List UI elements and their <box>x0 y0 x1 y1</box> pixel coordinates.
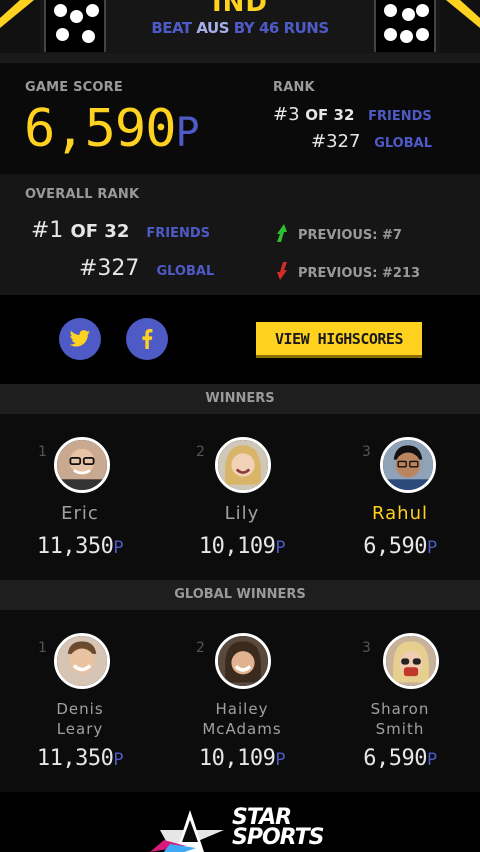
arrow-up-icon <box>277 224 287 242</box>
view-highscores-button[interactable]: VIEW HIGHSCORES <box>256 322 422 355</box>
winner-score-value: 6,590 <box>363 534 427 559</box>
winner-name: Denis Leary <box>0 699 160 739</box>
twitter-share-button[interactable] <box>59 318 101 360</box>
winner-score-value: 10,109 <box>198 746 276 771</box>
winner-name: Sharon Smith <box>320 699 480 739</box>
game-score-value: 6,590P <box>24 99 200 163</box>
overall-friends-pos: #1 <box>31 218 64 243</box>
rank-global-label: GLOBAL <box>374 136 432 151</box>
global-winner-item[interactable]: 2 Hailey McAdams 10,109P <box>162 610 322 792</box>
previous-global-text: PREVIOUS: #213 <box>298 266 421 281</box>
winner-score-unit: P <box>426 538 437 558</box>
winner-score-value: 6,590 <box>363 746 427 771</box>
global-winner-item[interactable]: 1 Denis Leary 11,350P <box>0 610 160 792</box>
brand-line2: SPORTS <box>232 825 324 850</box>
winner-score-value: 11,350 <box>36 534 114 559</box>
rank-friends: #3 OF 32 FRIENDS <box>273 104 432 125</box>
rank-global: #327 GLOBAL <box>311 131 432 152</box>
facebook-icon <box>142 329 153 349</box>
arrow-down-icon <box>277 262 287 280</box>
winner-name: Hailey McAdams <box>162 699 322 739</box>
winner-score: 6,590P <box>320 746 480 771</box>
winner-score-unit: P <box>113 538 124 558</box>
winner-score-unit: P <box>113 750 124 770</box>
overall-rank-label: OVERALL RANK <box>25 187 140 202</box>
overall-friends-label: FRIENDS <box>146 226 211 241</box>
winner-position: 2 <box>196 640 205 656</box>
winner-item[interactable]: 1 Eric 11,350P <box>0 414 160 580</box>
game-score-unit: P <box>175 110 200 156</box>
winner-name-you: Rahul <box>372 503 428 524</box>
winner-position: 3 <box>362 444 371 460</box>
winner-name: Lily <box>224 503 260 524</box>
game-score-number: 6,590 <box>24 99 177 159</box>
global-winner-item[interactable]: 3 Sharon Smith 6,590P <box>320 610 480 792</box>
global-winners-list: 1 Denis Leary 11,350P 2 Hailey McAdams 10,… <box>0 610 480 792</box>
header-divider <box>0 53 480 63</box>
winner-score: 11,350P <box>0 746 160 771</box>
winners-heading: WINNERS <box>0 384 480 414</box>
brand-wordmark: STAR SPORTS <box>232 807 324 850</box>
rank-friends-of: OF 32 <box>305 106 355 124</box>
avatar <box>215 437 271 493</box>
rank-label: RANK <box>273 80 315 95</box>
share-row: VIEW HIGHSCORES <box>0 295 480 384</box>
winner-score-unit: P <box>275 750 286 770</box>
winner-score: 6,590P <box>320 534 480 559</box>
winner-score: 10,109P <box>162 534 322 559</box>
winner-score-unit: P <box>426 750 437 770</box>
avatar <box>54 437 110 493</box>
previous-friends: PREVIOUS: #7 <box>275 223 402 243</box>
result-opponent: AUS <box>196 19 230 37</box>
winner-score: 10,109P <box>162 746 322 771</box>
winner-score: 11,350P <box>0 534 160 559</box>
avatar <box>54 633 110 689</box>
result-margin: BY 46 RUNS <box>233 19 329 37</box>
winner-first-name: Denis <box>56 700 104 718</box>
winner-item[interactable]: 2 Lily 10,109P <box>162 414 322 580</box>
winner-position: 1 <box>38 640 47 656</box>
avatar <box>215 633 271 689</box>
overall-global: #327 GLOBAL <box>79 256 214 281</box>
winner-score-value: 10,109 <box>198 534 276 559</box>
winners-list: 1 Eric 11,350P 2 Lily 10,109P 3 Rahul 6,… <box>0 414 480 580</box>
winner-last-name: Leary <box>56 720 104 738</box>
result-prefix: BEAT <box>151 19 192 37</box>
overall-friends-of: OF 32 <box>70 221 130 242</box>
facebook-share-button[interactable] <box>126 318 168 360</box>
winner-first-name: Sharon <box>370 700 430 718</box>
winner-item[interactable]: 3 Rahul 6,590P <box>320 414 480 580</box>
overall-global-pos: #327 <box>79 256 140 281</box>
winner-last-name: McAdams <box>202 720 282 738</box>
avatar <box>380 437 436 493</box>
overall-friends: #1 OF 32 FRIENDS <box>31 218 210 243</box>
winner-score-value: 11,350 <box>36 746 114 771</box>
team-name: IND <box>211 0 268 18</box>
avatar <box>383 633 439 689</box>
twitter-icon <box>69 330 90 347</box>
overall-rank-panel: OVERALL RANK #1 OF 32 FRIENDS #327 GLOBA… <box>0 174 480 295</box>
previous-global: PREVIOUS: #213 <box>275 261 420 281</box>
rank-global-pos: #327 <box>311 131 361 152</box>
rank-friends-pos: #3 <box>273 104 300 125</box>
overall-global-label: GLOBAL <box>156 264 215 279</box>
winner-first-name: Hailey <box>215 700 269 718</box>
winner-position: 1 <box>38 444 47 460</box>
winner-position: 2 <box>196 444 205 460</box>
score-panel: GAME SCORE 6,590P RANK #3 OF 32 FRIENDS … <box>0 63 480 174</box>
winner-name: Eric <box>61 503 99 524</box>
rank-friends-label: FRIENDS <box>368 109 432 124</box>
match-result: BEAT AUS BY 46 RUNS <box>0 19 480 37</box>
game-score-label: GAME SCORE <box>25 80 123 95</box>
previous-friends-text: PREVIOUS: #7 <box>298 228 402 243</box>
winner-last-name: Smith <box>375 720 425 738</box>
winner-position: 3 <box>362 640 371 656</box>
winner-score-unit: P <box>275 538 286 558</box>
footer: STAR SPORTS <box>0 792 480 852</box>
global-winners-heading: GLOBAL WINNERS <box>0 580 480 610</box>
match-header: IND BEAT AUS BY 46 RUNS <box>0 0 480 56</box>
